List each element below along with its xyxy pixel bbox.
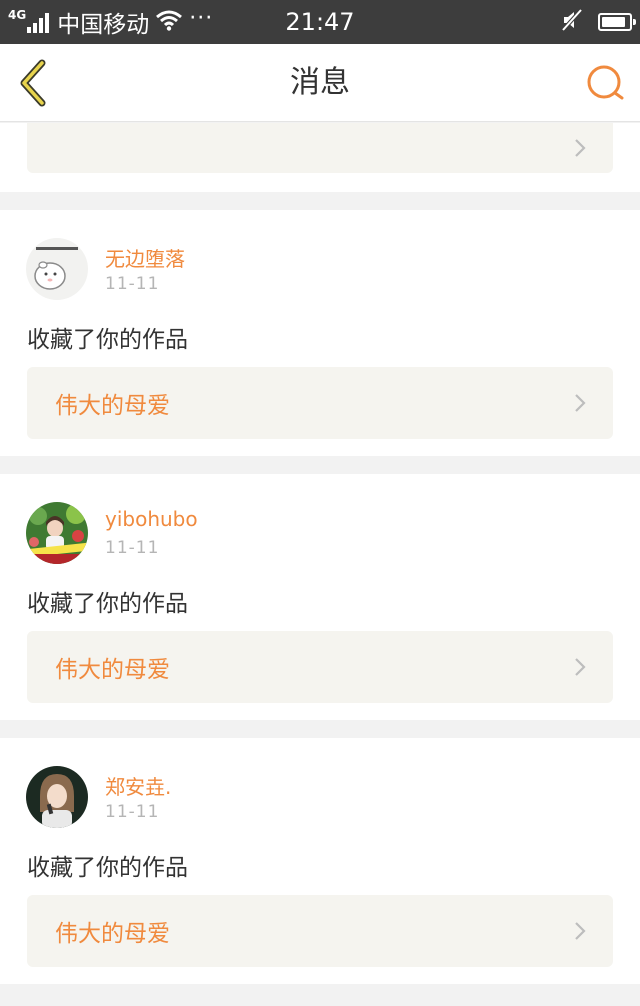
chevron-right-icon xyxy=(575,658,586,676)
action-text: 收藏了你的作品 xyxy=(27,327,188,353)
message-card: yibohubo 11-11 收藏了你的作品 伟大的母爱 xyxy=(0,474,640,720)
message-list: 无边堕落 11-11 收藏了你的作品 伟大的母爱 yibohubo 11-11 … xyxy=(0,123,640,1002)
work-title: 伟大的母爱 xyxy=(55,921,170,947)
username[interactable]: 无边堕落 xyxy=(105,243,185,272)
work-link[interactable]: 伟大的母爱 xyxy=(27,631,613,703)
search-icon[interactable] xyxy=(584,62,626,104)
nav-bar: 消息 xyxy=(0,44,640,122)
avatar[interactable] xyxy=(26,766,88,828)
message-card: 郑安垚. 11-11 收藏了你的作品 伟大的母爱 xyxy=(0,738,640,984)
divider xyxy=(0,456,640,474)
message-card-partial xyxy=(0,123,640,192)
divider xyxy=(0,192,640,210)
chevron-right-icon xyxy=(575,394,586,412)
action-text: 收藏了你的作品 xyxy=(27,591,188,617)
timestamp: 11-11 xyxy=(105,802,160,822)
mute-icon xyxy=(560,8,584,36)
battery-icon xyxy=(598,13,636,31)
chevron-right-icon xyxy=(575,139,586,157)
username[interactable]: yibohubo xyxy=(105,507,198,531)
action-text: 收藏了你的作品 xyxy=(27,855,188,881)
work-link[interactable]: 伟大的母爱 xyxy=(27,895,613,967)
clock: 21:47 xyxy=(285,8,355,36)
timestamp: 11-11 xyxy=(105,538,160,558)
work-link[interactable] xyxy=(27,123,613,173)
work-link[interactable]: 伟大的母爱 xyxy=(27,367,613,439)
chevron-right-icon xyxy=(575,922,586,940)
timestamp: 11-11 xyxy=(105,274,160,294)
status-bar: 4G 中国移动 ··· 21:47 xyxy=(0,0,640,44)
message-card: 无边堕落 11-11 收藏了你的作品 伟大的母爱 xyxy=(0,210,640,456)
divider xyxy=(0,720,640,738)
avatar[interactable] xyxy=(26,502,88,564)
work-title: 伟大的母爱 xyxy=(55,657,170,683)
divider xyxy=(0,984,640,1002)
work-title: 伟大的母爱 xyxy=(55,393,170,419)
page-title: 消息 xyxy=(290,65,350,100)
avatar[interactable] xyxy=(26,238,88,300)
username[interactable]: 郑安垚. xyxy=(105,771,171,800)
